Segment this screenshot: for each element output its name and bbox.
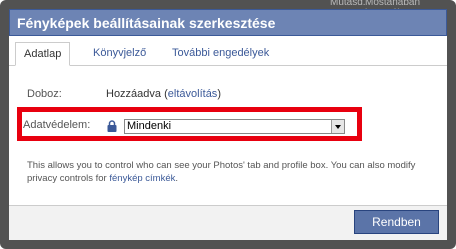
tab-bar: Adatlap Könyvjelző További engedélyek [9, 36, 447, 66]
tab-divider [9, 65, 447, 66]
dialog-titlebar: Fényképek beállításainak szerkesztése [9, 9, 447, 36]
box-link-open: ( [161, 88, 168, 100]
privacy-select-value: Mindenki [127, 120, 172, 132]
tab-tovabbi-engedelyek[interactable]: További engedélyek [164, 42, 277, 65]
lock-icon [107, 120, 117, 132]
box-label: Doboz: [27, 88, 62, 100]
dialog-footer: Rendben [9, 205, 447, 240]
dialog-content: Doboz: Hozzáadva (eltávolítás) Adatvédel… [9, 67, 447, 199]
dialog-title: Fényképek beállításainak szerkesztése [17, 15, 276, 31]
tab-konyvjelzo[interactable]: Könyvjelző [85, 42, 154, 65]
privacy-label: Adatvédelem: [23, 119, 91, 131]
dropdown-button[interactable] [331, 120, 344, 133]
dialog-body: Fényképek beállításainak szerkesztése Ad… [9, 9, 447, 240]
ok-button[interactable]: Rendben [354, 210, 439, 234]
box-status: Hozzáadva [106, 88, 162, 100]
bg-text-left: Mutasd. [330, 0, 366, 8]
privacy-description: This allows you to control who can see y… [27, 159, 437, 185]
tab-adatlap[interactable]: Adatlap [15, 42, 71, 66]
photo-tags-link[interactable]: fénykép címkék [109, 173, 175, 184]
description-end: . [175, 173, 179, 184]
description-text: This allows you to control who can see y… [27, 160, 416, 184]
box-value: Hozzáadva (eltávolítás) [106, 88, 221, 100]
box-link-close: ) [217, 88, 221, 100]
remove-link[interactable]: eltávolítás [168, 88, 218, 100]
privacy-select[interactable]: Mindenki [124, 119, 345, 134]
triangle-down-icon [335, 125, 341, 129]
settings-dialog: Mutasd. Mostanában használt Fényképek be… [0, 0, 456, 249]
